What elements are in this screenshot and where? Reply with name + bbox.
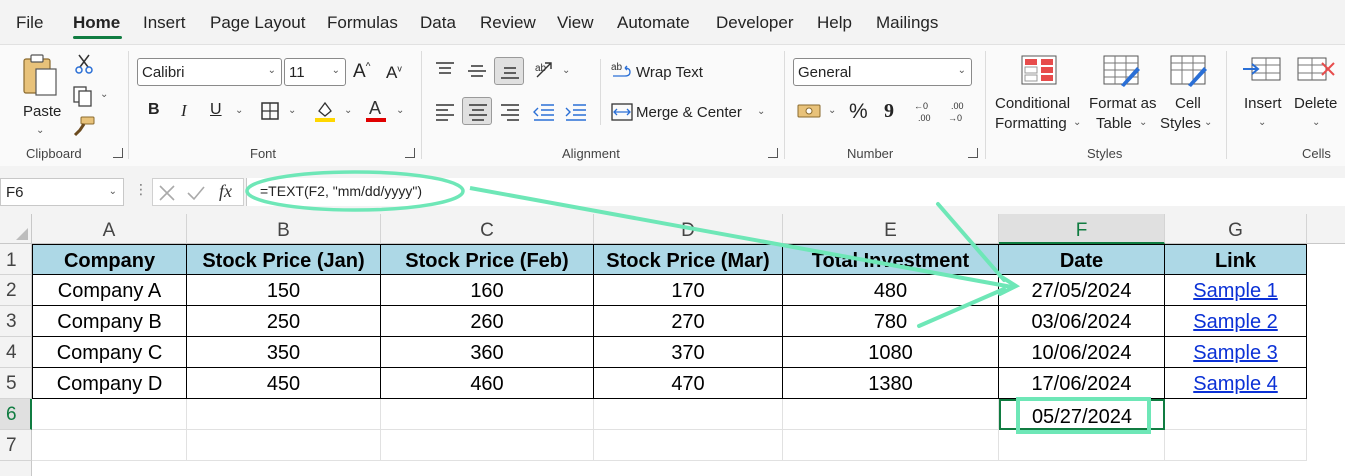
result-highlight-box xyxy=(1016,397,1151,434)
arrow-head xyxy=(917,202,1021,328)
arrow-line xyxy=(469,186,1013,289)
formula-highlight-ellipse xyxy=(245,170,465,212)
annotation-overlay xyxy=(245,170,1151,434)
